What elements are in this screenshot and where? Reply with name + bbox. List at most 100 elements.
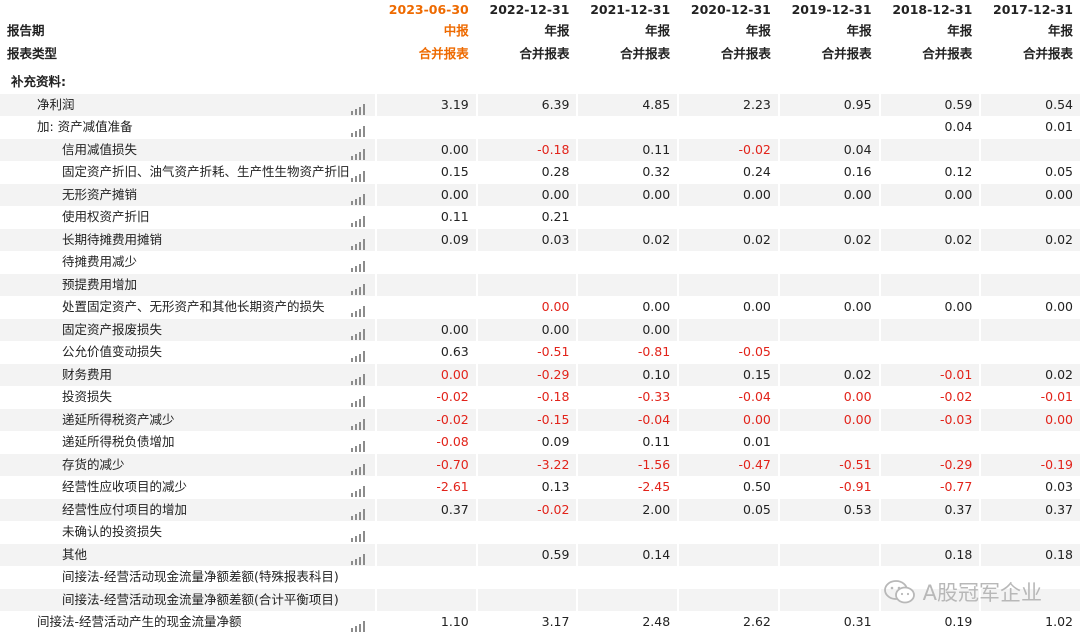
table-cell: [375, 566, 476, 589]
row-label: 经营性应收项目的减少: [0, 476, 376, 499]
table-cell: 0.16: [777, 161, 879, 184]
table-cell: [576, 521, 678, 544]
row-label-text: 其他: [62, 546, 88, 562]
bar-chart-icon[interactable]: [351, 100, 366, 115]
table-row: 经营性应付项目的增加 0.37 -0.02 2.00 0.05 0.53 0.37 0.37: [0, 498, 1080, 521]
row-label-text: 固定资产折旧、油气资产折耗、生产性生物资产折旧: [62, 164, 350, 179]
table-cell: 0.00: [878, 183, 980, 206]
table-cell: [979, 138, 1080, 161]
bar-chart-icon[interactable]: [351, 437, 366, 452]
row-label-text: 固定资产报废损失: [62, 321, 163, 337]
table-cell: -0.33: [576, 386, 678, 409]
bar-chart-icon[interactable]: [351, 527, 366, 542]
row-label: 公允价值变动损失: [0, 341, 376, 364]
table-cell: [677, 273, 778, 296]
table-cell: 0.01: [677, 431, 778, 454]
table-cell: -0.29: [475, 363, 577, 386]
bar-chart-icon[interactable]: [351, 190, 366, 205]
column-date[interactable]: 2020-12-31: [677, 0, 778, 20]
bar-chart-icon[interactable]: [351, 370, 366, 385]
table-cell: [375, 273, 476, 296]
table-cell: 0.59: [878, 93, 980, 116]
column-period: 年报: [677, 20, 778, 43]
bar-chart-icon[interactable]: [351, 302, 366, 317]
table-cell: -0.29: [878, 453, 980, 476]
table-cell: [878, 521, 980, 544]
bar-chart-icon[interactable]: [351, 145, 366, 160]
table-cell: 0.00: [677, 408, 778, 431]
bar-chart-icon[interactable]: [351, 235, 366, 250]
table-cell: 0.02: [777, 228, 879, 251]
bar-chart-icon[interactable]: [351, 415, 366, 430]
table-cell: 0.02: [979, 363, 1080, 386]
table-cell: 0.11: [375, 206, 476, 229]
row-label: 固定资产折旧、油气资产折耗、生产性生物资产折旧: [0, 161, 376, 184]
table-cell: [979, 431, 1080, 454]
column-date[interactable]: 2018-12-31: [878, 0, 980, 20]
bar-chart-icon[interactable]: [351, 325, 366, 340]
table-cell: 0.37: [375, 498, 476, 521]
row-label: 处置固定资产、无形资产和其他长期资产的损失: [0, 296, 376, 319]
table-row: 固定资产报废损失 0.00 0.00 0.00: [0, 318, 1080, 341]
table-cell: 0.04: [777, 138, 879, 161]
column-date[interactable]: 2022-12-31: [475, 0, 577, 20]
cash-flow-supplement-table: 2023-06-30 2022-12-31 2021-12-31 2020-12-31…: [0, 0, 1080, 634]
bar-chart-icon[interactable]: [351, 505, 366, 520]
table-row: 待摊费用减少: [0, 251, 1080, 274]
row-label-text: 使用权资产折旧: [62, 209, 150, 224]
column-date[interactable]: 2017-12-31: [979, 0, 1080, 20]
table-cell: 0.18: [878, 543, 980, 566]
section-title: 补充资料:: [0, 71, 376, 94]
row-label-text: 经营性应付项目的增加: [62, 501, 188, 517]
table-cell: [677, 116, 778, 139]
table-cell: 0.02: [677, 228, 778, 251]
table-cell: [677, 206, 778, 229]
table-cell: [576, 116, 678, 139]
table-cell: 0.00: [375, 363, 476, 386]
column-period: 年报: [576, 20, 677, 43]
column-date[interactable]: 2021-12-31: [576, 0, 677, 20]
table-cell: [878, 341, 980, 364]
row-label-text: 处置固定资产、无形资产和其他长期资产的损失: [62, 299, 325, 314]
column-date[interactable]: 2023-06-30: [375, 0, 476, 20]
column-report-type: 合并报表: [677, 42, 778, 65]
table-cell: 0.11: [576, 138, 678, 161]
row-label-text: 公允价值变动损失: [62, 344, 163, 359]
bar-chart-icon[interactable]: [351, 482, 366, 497]
table-cell: 0.21: [475, 206, 577, 229]
bar-chart-icon[interactable]: [351, 280, 366, 295]
bar-chart-icon[interactable]: [351, 460, 366, 475]
bar-chart-icon[interactable]: [351, 550, 366, 565]
bar-chart-icon[interactable]: [351, 122, 366, 137]
table-cell: -2.45: [576, 476, 678, 499]
bar-chart-icon[interactable]: [351, 392, 366, 407]
table-cell: 0.53: [777, 498, 879, 521]
table-cell: -0.70: [375, 453, 476, 476]
row-label-text: 间接法-经营活动产生的现金流量净额: [37, 614, 242, 629]
table-cell: [777, 341, 879, 364]
table-cell: 3.19: [375, 93, 476, 116]
table-cell: -0.51: [475, 341, 577, 364]
bar-chart-icon[interactable]: [351, 167, 366, 182]
row-label: 净利润: [0, 93, 376, 116]
table-row: 存货的减少 -0.70 -3.22 -1.56 -0.47 -0.51 -0.29 -0.19: [0, 453, 1080, 476]
bar-chart-icon[interactable]: [351, 212, 366, 227]
table-cell: 0.00: [375, 183, 476, 206]
table-cell: [375, 296, 476, 319]
table-cell: [777, 431, 879, 454]
bar-chart-icon[interactable]: [351, 347, 366, 362]
row-label: 无形资产摊销: [0, 183, 376, 206]
column-date[interactable]: 2019-12-31: [777, 0, 879, 20]
table-cell: 0.00: [677, 183, 778, 206]
bar-chart-icon[interactable]: [351, 257, 366, 272]
table-row: 处置固定资产、无形资产和其他长期资产的损失 0.00 0.00 0.00 0.00 0.0…: [0, 296, 1080, 319]
column-period: 年报: [475, 20, 577, 43]
table-cell: -2.61: [375, 476, 476, 499]
table-cell: -0.77: [878, 476, 980, 499]
table-cell: 0.00: [576, 318, 678, 341]
row-label: 间接法-经营活动现金流量净额差额(特殊报表科目): [0, 566, 376, 589]
bar-chart-icon[interactable]: [351, 617, 366, 632]
table-cell: 0.59: [475, 543, 577, 566]
table-cell: [878, 206, 980, 229]
table-cell: -0.01: [878, 363, 980, 386]
